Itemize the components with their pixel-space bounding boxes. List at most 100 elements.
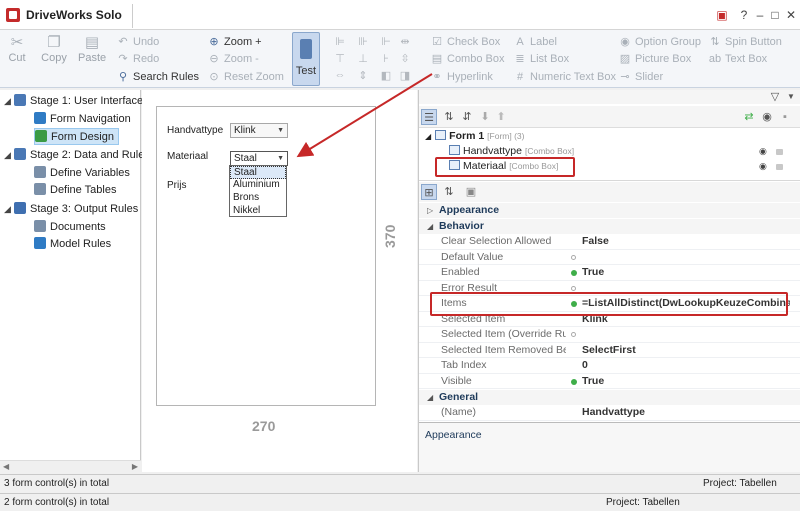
property-row[interactable]: Visible True [419,374,800,389]
nav-model-rules[interactable]: Model Rules [34,236,111,253]
picture-box-button[interactable]: ▨ Picture Box [618,51,691,67]
close-icon[interactable]: ✕ [783,8,799,22]
hyperlink-button[interactable]: ⚭ Hyperlink [430,69,492,85]
nav-define-tables[interactable]: Define Tables [34,182,116,199]
bring-front-icon[interactable]: ◧ [379,69,393,82]
nav-stage-2[interactable]: ◢ Stage 2: Data and Rules [4,147,150,164]
scroll-left-icon[interactable]: ◀ [3,462,9,471]
test-button[interactable]: Test [292,32,320,86]
undo-button[interactable]: ↶ Undo [116,34,159,50]
check-box-button[interactable]: ☑ Check Box [430,34,500,50]
output-rules-icon [14,202,26,214]
move-up-icon[interactable]: ⬆ [493,109,509,125]
minimize-icon[interactable]: – [752,8,768,22]
visibility-icon[interactable]: ◉ [759,109,775,125]
nav-documents[interactable]: Documents [34,219,106,236]
materiaal-combo[interactable]: Staal ▼ [230,151,288,166]
sort-za-icon[interactable]: ⇵ [459,109,475,125]
spin-button-button[interactable]: ⇅ Spin Button [708,34,781,50]
list-box-icon: ≣ [515,53,525,65]
property-row[interactable]: (Name) Handvattype [419,405,800,421]
tree-item-form1[interactable]: ◢ Form 1 [Form] (3) [425,129,524,144]
visibility-icon[interactable]: ◉ [759,146,767,157]
align-right-icon[interactable]: ⊩ [379,35,393,48]
category-general[interactable]: ◢ General [419,390,800,405]
horizontal-scrollbar[interactable]: ◀ ▶ [0,460,141,472]
category-behavior[interactable]: ◢ Behavior [419,219,800,234]
dropdown-option[interactable]: Brons [230,192,286,205]
scroll-right-icon[interactable]: ▶ [132,462,138,471]
same-height-icon[interactable]: ⇳ [398,52,412,65]
lock-icon[interactable] [776,149,783,155]
slider-button[interactable]: ⊸ Slider [618,69,663,85]
send-back-icon[interactable]: ◨ [398,69,412,82]
collapse-icon[interactable]: ◢ [427,219,433,234]
property-row[interactable]: Selected Item (Override Rule) [419,327,800,343]
swap-icon[interactable]: ⇄ [741,109,757,125]
zoom-out-button[interactable]: ⊖ Zoom - [207,51,258,67]
align-middle-icon[interactable]: ⊥ [356,52,370,65]
zoom-in-button[interactable]: ⊕ Zoom + [207,34,261,50]
nav-form-navigation[interactable]: Form Navigation [34,111,131,128]
help-icon[interactable]: ? [736,8,752,22]
maximize-icon[interactable]: □ [767,8,783,22]
space-vertical-icon[interactable]: ⇕ [356,69,370,82]
property-row[interactable]: Default Value [419,250,800,265]
lock-icon[interactable]: ▪ [777,109,793,125]
materiaal-dropdown-list[interactable]: Staal Aluminium Brons Nikkel [229,165,287,217]
reset-zoom-button[interactable]: ⊙ Reset Zoom [207,69,284,85]
align-top-icon[interactable]: ⊤ [333,52,347,65]
splitter[interactable] [419,180,800,181]
space-horizontal-icon[interactable]: ⇔ [333,69,347,81]
handvattype-combo[interactable]: Klink ▼ [230,123,288,138]
collapse-icon[interactable]: ◢ [425,132,431,141]
filter-icon[interactable]: ▽ [767,89,783,105]
align-bottom-icon[interactable]: ⊦ [379,52,393,65]
collapse-icon[interactable]: ◢ [427,390,433,405]
callout-items [430,292,788,316]
copy-button[interactable]: ❐ Copy [40,34,68,64]
collapse-icon[interactable]: ◢ [4,147,14,164]
collapse-icon[interactable]: ◢ [4,93,14,110]
label-button[interactable]: A Label [513,34,557,50]
align-center-icon[interactable]: ⊪ [356,35,370,48]
reset-zoom-icon: ⊙ [209,71,219,83]
numeric-text-box-button[interactable]: # Numeric Text Box [513,69,616,85]
chevron-down-icon[interactable]: ▼ [783,89,799,105]
dropdown-option[interactable]: Staal [230,166,286,179]
lock-icon[interactable] [776,164,783,170]
paste-button[interactable]: ▤ Paste [78,34,106,64]
property-row[interactable]: Clear Selection Allowed False [419,234,800,250]
list-box-button[interactable]: ≣ List Box [513,51,569,67]
categorized-icon[interactable]: ⊞ [421,184,437,200]
nav-stage-3[interactable]: ◢ Stage 3: Output Rules [4,201,138,218]
redo-button[interactable]: ↷ Redo [116,51,159,67]
property-row[interactable]: Tab Index 0 [419,358,800,374]
undo-icon: ↶ [118,36,128,48]
option-group-button[interactable]: ◉ Option Group [618,34,701,50]
search-rules-button[interactable]: ⚲ Search Rules [116,69,199,85]
property-row[interactable]: Enabled True [419,265,800,281]
property-pages-icon[interactable]: ▣ [463,184,479,200]
category-appearance[interactable]: ▷ Appearance [419,203,800,218]
property-row[interactable]: Selected Item Removed Behavic SelectFirs… [419,343,800,358]
text-box-button[interactable]: ab Text Box [708,51,767,67]
alphabetical-icon[interactable]: ⇅ [441,184,457,200]
cut-button[interactable]: ✂ Cut [3,34,31,64]
form-canvas[interactable]: Handvattype Klink ▼ Materiaal Staal ▼ Pr… [156,106,376,406]
expand-icon[interactable]: ▷ [427,203,433,218]
dropdown-option[interactable]: Aluminium [230,179,286,192]
combo-box-button[interactable]: ▤ Combo Box [430,51,505,67]
collapse-icon[interactable]: ◢ [4,201,14,218]
visibility-icon[interactable]: ◉ [759,161,767,172]
nav-stage-1[interactable]: ◢ Stage 1: User Interface [4,93,143,110]
app-menu-icon[interactable]: ▣ [714,8,730,22]
nav-form-design[interactable]: Form Design [34,128,119,145]
same-width-icon[interactable]: ⇹ [398,35,412,48]
list-view-icon[interactable]: ☰ [421,109,437,125]
dropdown-option[interactable]: Nikkel [230,205,286,218]
align-left-icon[interactable]: ⊫ [333,35,347,48]
sort-az-icon[interactable]: ⇅ [441,109,457,125]
move-down-icon[interactable]: ⬇ [477,109,493,125]
nav-define-variables[interactable]: Define Variables [34,165,130,182]
